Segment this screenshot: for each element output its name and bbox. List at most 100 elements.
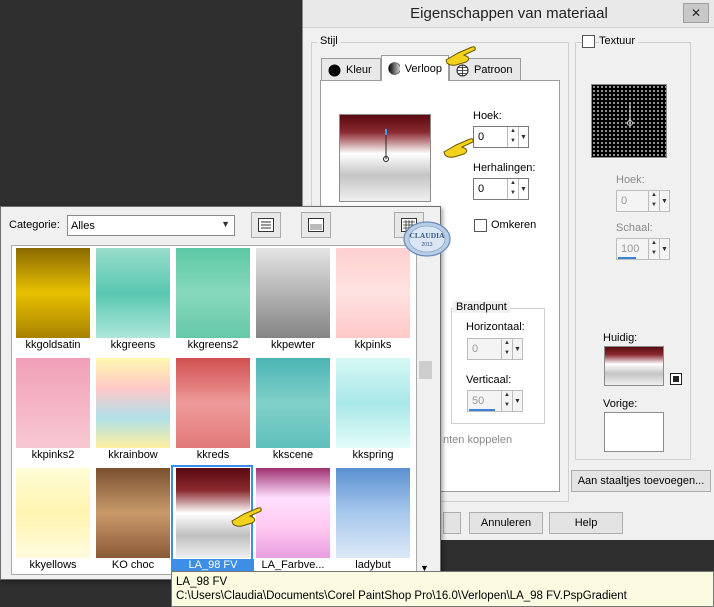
view-details-button[interactable]	[301, 212, 331, 238]
herhalingen-label: Herhalingen:	[473, 162, 536, 174]
tooltip-name: LA_98 FV	[176, 576, 228, 588]
gradient-circle-icon	[388, 62, 400, 75]
gradient-name: kkpinks	[354, 339, 392, 351]
help-button[interactable]: Help	[549, 512, 623, 534]
category-select[interactable]: Alles ▼	[67, 215, 235, 236]
chevron-down-icon: ▼	[221, 219, 230, 229]
title-bar[interactable]: Eigenschappen van materiaal ✕	[303, 0, 714, 28]
omkeren-checkbox[interactable]	[474, 219, 487, 232]
gradient-direction-handle-icon[interactable]	[340, 115, 432, 203]
gradient-item[interactable]: kkscene	[252, 356, 332, 466]
hoek-arrows[interactable]: ▲ ▼	[507, 127, 518, 147]
tab-patroon-label: Patroon	[474, 64, 513, 76]
horizontaal-label: Horizontaal:	[466, 321, 525, 333]
gradient-swatch	[96, 468, 170, 558]
previous-swatch[interactable]	[604, 412, 664, 452]
list-view-icon	[258, 218, 274, 232]
hoek-label: Hoek:	[473, 110, 502, 122]
gradient-picker-popup: Categorie: Alles ▼ kkgoldsatin kkgreens kk…	[0, 206, 441, 580]
gradient-item[interactable]: kkrainbow	[92, 356, 172, 466]
pointing-hand-icon	[445, 46, 476, 66]
claudia-logo: CLAUDIA 2013	[403, 221, 451, 257]
swap-icon[interactable]	[670, 373, 682, 385]
gradient-item[interactable]: LA_Farbve...	[252, 466, 332, 574]
texture-hoek-arrows[interactable]: ▲ ▼	[648, 191, 659, 211]
schaal-level-bar	[618, 257, 636, 259]
verticaal-level-bar	[469, 409, 495, 411]
gradient-name: LA_98 FV	[172, 559, 254, 571]
gradient-item[interactable]: kkpinks2	[12, 356, 92, 466]
ok-button-partial[interactable]	[443, 512, 461, 534]
current-swatch[interactable]	[604, 346, 664, 386]
herhalingen-arrows[interactable]: ▲ ▼	[507, 179, 518, 199]
gradient-item[interactable]: kkpinks	[332, 246, 412, 356]
hoek-spinner[interactable]: 0 ▲ ▼ ▼	[473, 126, 529, 148]
gradient-swatch	[16, 468, 90, 558]
texture-hoek-label: Hoek:	[616, 174, 645, 186]
logo-year: 2013	[421, 242, 432, 248]
add-to-swatches-button[interactable]: Aan staaltjes toevoegen...	[571, 470, 711, 492]
close-icon: ✕	[690, 6, 702, 20]
verticaal-value: 50	[472, 395, 485, 407]
gradient-name: kkreds	[196, 449, 230, 461]
brandpunt-label: Brandpunt	[453, 301, 510, 313]
gradient-swatch	[256, 248, 330, 338]
gradient-swatch	[336, 248, 410, 338]
horizontaal-arrows[interactable]: ▲ ▼	[501, 339, 512, 359]
logo-text: CLAUDIA	[409, 231, 445, 240]
hoek-value: 0	[478, 131, 485, 143]
gradient-item[interactable]: kkgreens2	[172, 246, 252, 356]
gradient-item[interactable]: kkreds	[172, 356, 252, 466]
herhalingen-value: 0	[478, 183, 485, 195]
gradient-item[interactable]: ladybut	[332, 466, 412, 574]
chevron-down-icon[interactable]: ▼	[518, 127, 528, 147]
gradient-item[interactable]: kkpewter	[252, 246, 332, 356]
gradient-swatch	[96, 248, 170, 338]
view-list-button[interactable]	[251, 212, 281, 238]
tab-kleur[interactable]: Kleur	[321, 58, 381, 81]
gradient-name: kkgreens	[110, 339, 156, 351]
chevron-down-icon[interactable]: ▼	[659, 191, 669, 211]
gradient-item[interactable]: kkgreens	[92, 246, 172, 356]
gradient-item[interactable]: kkyellows	[12, 466, 92, 574]
schaal-label: Schaal:	[616, 222, 653, 234]
gradient-item[interactable]: kkspring	[332, 356, 412, 466]
black-circle-icon	[328, 64, 341, 76]
texture-hoek-value: 0	[621, 195, 628, 207]
gradient-name: kkscene	[272, 449, 314, 461]
gradient-swatch	[336, 358, 410, 448]
pointing-hand-icon	[443, 138, 474, 158]
gradient-swatch	[96, 358, 170, 448]
texture-preview[interactable]	[591, 84, 667, 158]
gradient-name: kkpinks2	[31, 449, 75, 461]
texture-hoek-spinner[interactable]: 0 ▲ ▼ ▼	[616, 190, 670, 212]
verticaal-arrows[interactable]: ▲ ▼	[501, 391, 512, 411]
horizontaal-spinner[interactable]: 0 ▲ ▼ ▼	[467, 338, 523, 360]
gradient-item[interactable]: kkgoldsatin	[12, 246, 92, 356]
chevron-down-icon[interactable]: ▼	[512, 391, 522, 411]
close-button[interactable]: ✕	[683, 3, 709, 23]
tab-verloop[interactable]: Verloop	[381, 55, 449, 81]
omkeren-label: Omkeren	[491, 219, 537, 231]
texture-checkbox[interactable]	[582, 35, 595, 48]
gradient-swatch	[16, 358, 90, 448]
gradient-item[interactable]: KO choc	[92, 466, 172, 574]
vertical-scrollbar[interactable]: ▼	[417, 245, 435, 575]
gradient-preview[interactable]	[339, 114, 431, 202]
scrollbar-thumb[interactable]	[419, 361, 432, 379]
cancel-button[interactable]: Annuleren	[469, 512, 543, 534]
schaal-arrows[interactable]: ▲ ▼	[648, 239, 659, 259]
gradient-name: kkspring	[352, 449, 394, 461]
huidig-label: Huidig:	[603, 332, 638, 344]
chevron-down-icon[interactable]: ▼	[659, 239, 669, 259]
crosshair-icon	[627, 103, 633, 126]
gradient-name: KO choc	[111, 559, 155, 571]
tab-kleur-label: Kleur	[346, 64, 372, 76]
herhalingen-spinner[interactable]: 0 ▲ ▼ ▼	[473, 178, 529, 200]
category-label: Categorie:	[9, 219, 60, 231]
schaal-value: 100	[621, 243, 640, 255]
gradient-swatch	[16, 248, 90, 338]
chevron-down-icon[interactable]: ▼	[512, 339, 522, 359]
gradient-name: kkrainbow	[108, 449, 158, 461]
chevron-down-icon[interactable]: ▼	[518, 179, 528, 199]
